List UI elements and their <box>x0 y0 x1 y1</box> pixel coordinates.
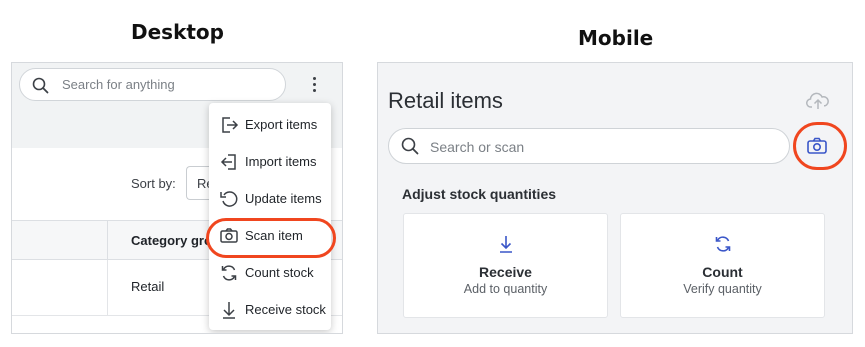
arrow-down-icon <box>223 302 235 319</box>
page-title: Retail items <box>388 88 503 113</box>
sync-icon <box>715 236 731 252</box>
menu-item-count[interactable]: Count stock <box>209 255 331 291</box>
card-subtitle: Add to quantity <box>463 282 548 296</box>
desktop-heading: Desktop <box>131 20 224 44</box>
scan-item-highlight <box>206 218 336 258</box>
desktop-screen: Search for anything Sort by: Re Category… <box>11 62 343 334</box>
menu-item-update[interactable]: Update items <box>209 181 331 217</box>
import-icon <box>220 154 236 170</box>
search-placeholder: Search for anything <box>62 77 175 92</box>
menu-item-receive[interactable]: Receive stock <box>209 292 331 328</box>
count-card[interactable]: Count Verify quantity <box>620 213 825 318</box>
search-placeholder: Search or scan <box>430 139 525 155</box>
search-icon <box>32 77 49 94</box>
section-title: Adjust stock quantities <box>402 186 557 202</box>
card-title: Count <box>702 264 743 280</box>
receive-card[interactable]: Receive Add to quantity <box>403 213 608 318</box>
sync-icon <box>221 265 237 281</box>
mobile-screen: Retail items Search or scan Adjust stock… <box>377 62 853 334</box>
sort-label: Sort by: <box>131 176 176 191</box>
card-title: Receive <box>479 264 532 280</box>
menu-item-export[interactable]: Export items <box>209 107 331 143</box>
column-category-group[interactable]: Category gro <box>131 233 212 248</box>
search-input[interactable]: Search for anything <box>19 68 286 101</box>
mobile-heading: Mobile <box>578 26 654 50</box>
card-subtitle: Verify quantity <box>683 282 762 296</box>
table-cell-category: Retail <box>131 279 165 294</box>
update-icon <box>220 191 238 207</box>
export-icon <box>222 117 239 133</box>
arrow-down-icon <box>500 236 512 253</box>
menu-item-import[interactable]: Import items <box>209 144 331 180</box>
search-icon <box>401 137 419 155</box>
actions-menu: Export items Import items Update items S… <box>209 103 331 330</box>
camera-button-highlight <box>793 122 847 170</box>
more-options-icon[interactable] <box>308 74 322 94</box>
search-input[interactable]: Search or scan <box>388 128 790 164</box>
cloud-upload-icon[interactable] <box>806 91 830 111</box>
